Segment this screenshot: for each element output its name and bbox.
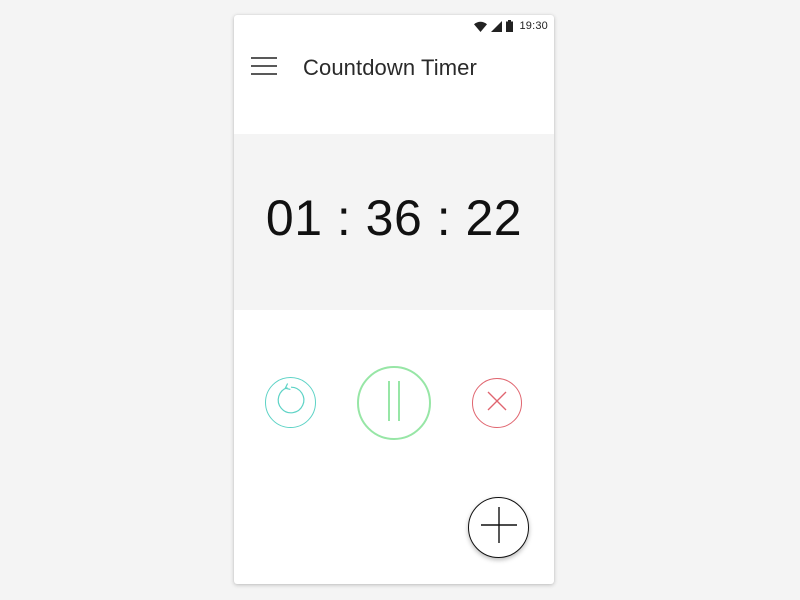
timer-panel: 01 : 36 : 22 [234,134,554,310]
status-time: 19:30 [519,20,548,32]
cancel-button[interactable] [472,378,522,428]
pause-button[interactable] [357,366,431,440]
phone-screen: 19:30 Countdown Timer 01 : 36 : 22 [234,15,554,584]
app-bar: Countdown Timer [234,37,554,99]
page-title: Countdown Timer [303,55,477,80]
plus-icon [480,507,517,548]
signal-icon [491,20,503,32]
close-icon [487,391,507,416]
pause-icon [384,380,404,426]
wifi-icon [474,21,488,32]
timer-display: 01 : 36 : 22 [265,190,523,246]
add-timer-button[interactable] [468,497,529,558]
battery-icon [506,20,514,32]
status-bar: 19:30 [234,15,554,37]
menu-button[interactable] [248,54,280,82]
reset-button[interactable] [265,377,316,428]
hamburger-menu-icon [251,56,277,80]
status-icons: 19:30 [474,19,548,33]
refresh-icon [274,383,308,422]
